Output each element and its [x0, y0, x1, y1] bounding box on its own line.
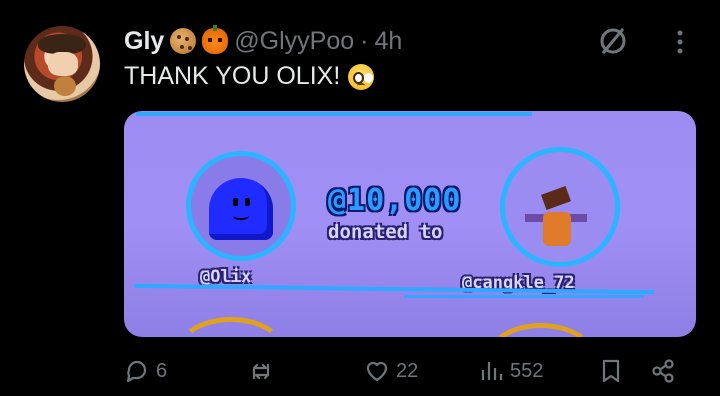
- repost-icon: [252, 363, 270, 380]
- heart-icon: [366, 361, 388, 382]
- donor-avatar: [186, 151, 296, 261]
- pleading-face-emoji-icon: [348, 63, 375, 90]
- recipient-avatar: [500, 147, 620, 267]
- action-bar: 6 22 552: [124, 356, 696, 392]
- media-bottom-line-2: [404, 295, 644, 298]
- repost-button[interactable]: [248, 358, 280, 384]
- tweet-text: THANK YOU OLIX!: [124, 62, 375, 91]
- views-button[interactable]: 552: [478, 358, 543, 384]
- donated-label: donated to: [328, 221, 443, 243]
- user-handle[interactable]: @GlyyPoo: [234, 27, 354, 56]
- tweet-text-content: THANK YOU OLIX!: [124, 62, 341, 90]
- cookie-emoji-icon: [170, 28, 197, 54]
- tweet-media[interactable]: @10,000 donated to @Olix @cangkle_72: [124, 111, 696, 337]
- avatar[interactable]: [24, 26, 100, 102]
- next-card-arc-right: [486, 323, 596, 337]
- media-top-line: [136, 112, 532, 116]
- display-name[interactable]: Gly: [124, 27, 164, 56]
- donation-amount: @10,000: [328, 183, 462, 218]
- share-button[interactable]: [650, 358, 676, 384]
- bookmark-button[interactable]: [598, 358, 624, 384]
- separator-dot: ·: [360, 26, 369, 55]
- ghost-avatar-icon: [209, 178, 273, 240]
- bookmark-icon: [602, 359, 620, 383]
- like-button[interactable]: 22: [364, 358, 418, 384]
- reply-count: 6: [156, 359, 168, 382]
- views-icon: [481, 362, 503, 380]
- grok-icon[interactable]: [596, 24, 630, 58]
- tweet[interactable]: Gly @GlyyPoo · 4h THANK YOU OLIX! @10,00…: [0, 0, 720, 396]
- pumpkin-emoji-icon: [202, 25, 229, 54]
- next-card-arc-left: [176, 317, 286, 337]
- media-bottom-line: [133, 283, 655, 295]
- character-avatar-icon: [525, 186, 587, 254]
- views-count: 552: [510, 359, 544, 382]
- more-options-icon[interactable]: [668, 28, 692, 56]
- reply-icon: [126, 360, 147, 383]
- timestamp[interactable]: 4h: [375, 27, 403, 56]
- tweet-header: Gly @GlyyPoo · 4h: [124, 24, 402, 58]
- like-count: 22: [396, 359, 419, 382]
- share-icon: [652, 359, 674, 383]
- reply-button[interactable]: 6: [124, 358, 167, 384]
